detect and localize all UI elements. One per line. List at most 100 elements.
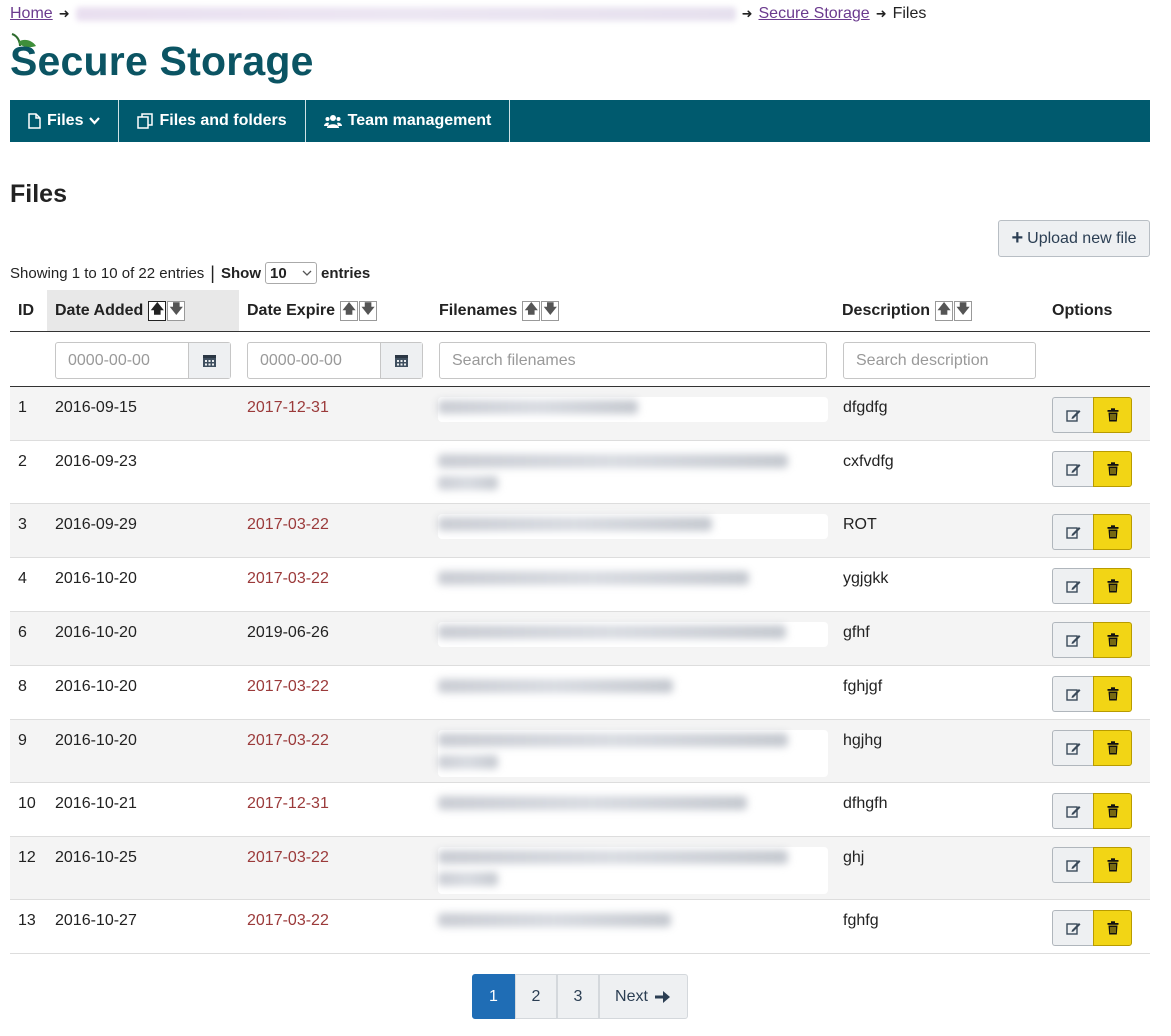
main-navbar: Files Files and folders Team management bbox=[10, 100, 1150, 142]
page-size-select[interactable]: 10 bbox=[264, 262, 317, 284]
cell-date-added: 2016-10-20 bbox=[55, 732, 137, 749]
cell-date-expire: 2019-06-26 bbox=[247, 624, 329, 641]
cell-filename-redacted[interactable] bbox=[438, 730, 828, 777]
cell-date-added: 2016-09-15 bbox=[55, 399, 137, 416]
upload-new-file-button[interactable]: + Upload new file bbox=[998, 220, 1150, 257]
cell-date-expire: 2017-03-22 bbox=[247, 516, 329, 533]
cell-filename-redacted[interactable] bbox=[438, 397, 828, 422]
page-1-button[interactable]: 1 bbox=[472, 974, 515, 1019]
search-description-input[interactable]: Search description bbox=[843, 342, 1036, 379]
next-page-button[interactable]: Next bbox=[599, 974, 688, 1019]
files-table: ID Date Added 🡅 🡇 Date Expire 🡅 🡇 Filename… bbox=[10, 290, 1150, 954]
breadcrumb-home-link[interactable]: Home bbox=[10, 5, 53, 23]
cell-date-added: 2016-09-29 bbox=[55, 516, 137, 533]
header-date-added-label: Date Added bbox=[55, 301, 144, 319]
edit-button[interactable] bbox=[1052, 622, 1093, 658]
show-label: Show bbox=[220, 264, 261, 282]
edit-button[interactable] bbox=[1052, 730, 1093, 766]
plus-icon: + bbox=[1011, 227, 1024, 249]
sort-down-arrow-icon[interactable]: 🡇 bbox=[541, 300, 560, 321]
delete-button[interactable] bbox=[1093, 910, 1132, 946]
cell-filename-redacted[interactable] bbox=[438, 451, 828, 498]
sort-down-arrow-icon[interactable]: 🡇 bbox=[954, 300, 973, 321]
cell-filename-redacted[interactable] bbox=[438, 910, 828, 935]
header-description[interactable]: Description 🡅 🡇 bbox=[842, 290, 973, 331]
trash-icon bbox=[1107, 687, 1118, 701]
nav-files-and-folders[interactable]: Files and folders bbox=[119, 100, 306, 142]
edit-button[interactable] bbox=[1052, 847, 1093, 883]
cell-filename-redacted[interactable] bbox=[438, 676, 828, 701]
nav-files-dropdown[interactable]: Files bbox=[10, 100, 120, 142]
delete-button[interactable] bbox=[1093, 793, 1132, 829]
edit-button[interactable] bbox=[1052, 514, 1093, 550]
row-options bbox=[1052, 793, 1132, 829]
edit-button[interactable] bbox=[1052, 397, 1093, 433]
header-filenames[interactable]: Filenames 🡅 🡇 bbox=[439, 290, 560, 331]
cell-description: ygjgkk bbox=[843, 570, 889, 587]
sort-controls: 🡅 🡇 bbox=[148, 300, 186, 321]
table-row: 12 2016-10-25 2017-03-22 ghj bbox=[10, 837, 1150, 900]
edit-icon bbox=[1065, 635, 1080, 647]
table-row: 6 2016-10-20 2019-06-26 gfhf bbox=[10, 612, 1150, 666]
cell-description: ROT bbox=[843, 516, 877, 533]
delete-button[interactable] bbox=[1093, 451, 1132, 487]
sort-up-arrow-icon[interactable]: 🡅 bbox=[935, 300, 954, 321]
cell-filename-redacted[interactable] bbox=[438, 847, 828, 894]
sort-up-arrow-icon[interactable]: 🡅 bbox=[148, 300, 167, 321]
page-2-button[interactable]: 2 bbox=[515, 974, 557, 1019]
cell-filename-redacted[interactable] bbox=[438, 622, 828, 647]
edit-button[interactable] bbox=[1052, 676, 1093, 712]
sort-controls: 🡅 🡇 bbox=[522, 300, 560, 321]
delete-button[interactable] bbox=[1093, 847, 1132, 883]
cell-description: dfhgfh bbox=[843, 795, 888, 812]
row-options bbox=[1052, 397, 1132, 433]
sort-down-arrow-icon[interactable]: 🡇 bbox=[359, 300, 378, 321]
calendar-button[interactable] bbox=[380, 343, 422, 378]
header-date-added[interactable]: Date Added 🡅 🡇 bbox=[47, 290, 239, 331]
cell-date-added: 2016-10-20 bbox=[55, 678, 137, 695]
delete-button[interactable] bbox=[1093, 622, 1132, 658]
delete-button[interactable] bbox=[1093, 676, 1132, 712]
cell-filename-redacted[interactable] bbox=[438, 514, 828, 539]
header-filenames-label: Filenames bbox=[439, 301, 518, 319]
cell-id: 8 bbox=[18, 678, 27, 695]
delete-button[interactable] bbox=[1093, 568, 1132, 604]
edit-button[interactable] bbox=[1052, 793, 1093, 829]
row-options bbox=[1052, 451, 1132, 487]
edit-icon bbox=[1065, 923, 1080, 935]
nav-team-management[interactable]: Team management bbox=[306, 100, 511, 142]
date-expire-filter: 0000-00-00 bbox=[247, 342, 423, 379]
cell-filename-redacted[interactable] bbox=[438, 568, 828, 593]
cell-id: 9 bbox=[18, 732, 27, 749]
date-added-input[interactable]: 0000-00-00 bbox=[56, 343, 188, 378]
breadcrumb-secure-storage-link[interactable]: Secure Storage bbox=[759, 5, 870, 23]
delete-button[interactable] bbox=[1093, 397, 1132, 433]
pagination: 1 2 3 Next bbox=[472, 974, 688, 1019]
calendar-button[interactable] bbox=[188, 343, 230, 378]
edit-button[interactable] bbox=[1052, 910, 1093, 946]
edit-button[interactable] bbox=[1052, 451, 1093, 487]
edit-button[interactable] bbox=[1052, 568, 1093, 604]
cell-id: 2 bbox=[18, 453, 27, 470]
sort-down-arrow-icon[interactable]: 🡇 bbox=[167, 300, 186, 321]
cell-date-added: 2016-10-25 bbox=[55, 849, 137, 866]
edit-icon bbox=[1065, 464, 1080, 476]
cell-date-added: 2016-10-21 bbox=[55, 795, 137, 812]
cell-date-expire: 2017-12-31 bbox=[247, 795, 329, 812]
date-added-filter: 0000-00-00 bbox=[55, 342, 231, 379]
sort-up-arrow-icon[interactable]: 🡅 bbox=[522, 300, 541, 321]
filter-row: 0000-00-00 0000-00-00 Search filenames S… bbox=[10, 332, 1150, 387]
trash-icon bbox=[1107, 462, 1118, 476]
search-filenames-input[interactable]: Search filenames bbox=[439, 342, 827, 379]
date-expire-input[interactable]: 0000-00-00 bbox=[248, 343, 380, 378]
edit-icon bbox=[1065, 743, 1080, 755]
page-3-button[interactable]: 3 bbox=[557, 974, 599, 1019]
delete-button[interactable] bbox=[1093, 514, 1132, 550]
cell-filename-redacted[interactable] bbox=[438, 793, 828, 818]
arrow-right-icon bbox=[654, 990, 670, 1003]
edit-icon bbox=[1065, 527, 1080, 539]
delete-button[interactable] bbox=[1093, 730, 1132, 766]
sort-up-arrow-icon[interactable]: 🡅 bbox=[340, 300, 359, 321]
header-date-expire[interactable]: Date Expire 🡅 🡇 bbox=[247, 290, 378, 331]
header-date-expire-label: Date Expire bbox=[247, 301, 336, 319]
